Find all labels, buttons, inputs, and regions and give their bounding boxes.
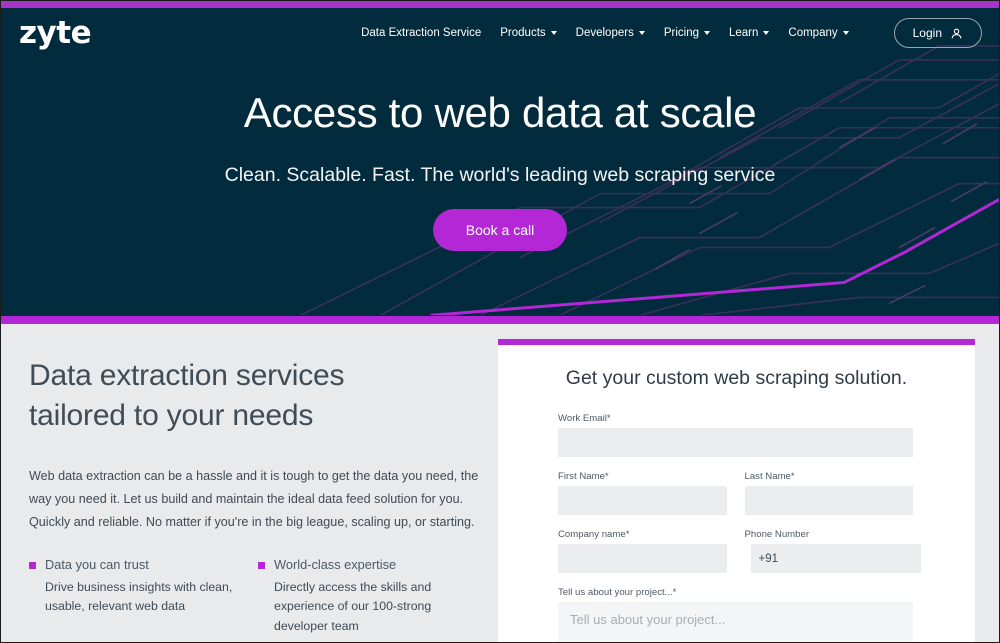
last-name-label: Last Name* [744,471,795,482]
field-phone-number: Phone Number Ind [744,529,921,573]
nav-label: Data Extraction Service [361,27,482,39]
chevron-down-icon [763,31,770,35]
book-a-call-button[interactable]: Book a call [432,209,568,252]
nav-item-developers[interactable]: Developers [576,27,645,39]
field-last-name: Last Name* [744,471,913,515]
feature-item-world-class-expertise: World-class expertise Directly access th… [258,557,463,638]
section-body-text: Web data extraction can be a hassle and … [29,468,479,529]
zyte-logo[interactable]: zyte [19,17,92,49]
phone-number-input[interactable] [750,544,921,573]
phone-input-group: Ind [745,544,921,573]
chevron-down-icon [703,31,710,35]
first-name-input[interactable] [558,486,727,515]
nav-item-data-extraction-service[interactable]: Data Extraction Service [361,27,481,39]
section-title: Data extraction services tailored to you… [29,356,484,436]
login-button[interactable]: Login [893,18,982,48]
project-details-textarea[interactable] [558,602,913,642]
chevron-down-icon [550,31,557,35]
top-navigation-bar: zyte Data Extraction Service Products De… [1,8,999,58]
field-company-name: Company name* [558,529,727,573]
hero-title: Access to web data at scale [243,89,757,136]
nav-label: Developers [575,27,634,39]
feature-description: Drive business insights with clean, usab… [45,579,233,614]
work-email-input[interactable] [558,428,913,457]
top-accent-bar [1,1,999,8]
nav-item-learn[interactable]: Learn [728,27,770,39]
form-accent-bar [498,339,975,345]
phone-number-label: Phone Number [744,529,810,540]
feature-list: Data you can trust Drive business insigh… [29,557,484,638]
square-bullet-icon [258,561,265,569]
login-label: Login [912,26,942,40]
feature-title: Data you can trust [45,556,149,572]
feature-description: Directly access the skills and experienc… [274,579,432,634]
project-details-label: Tell us about your project...* [558,587,677,598]
chevron-down-icon [638,31,645,35]
form-title: Get your custom web scraping solution. [565,367,908,389]
nav-item-products[interactable]: Products [500,27,557,39]
section-divider-bar [1,316,999,324]
field-first-name: First Name* [558,471,727,515]
nav-label: Products [500,27,546,39]
feature-item-data-you-can-trust: Data you can trust Drive business insigh… [29,557,234,638]
chevron-down-icon [842,31,849,35]
nav-label: Company [788,27,838,39]
page-root: Access to web data at scale Clean. Scala… [0,0,1000,643]
name-row: First Name* Last Name* [558,471,913,515]
square-bullet-icon [29,561,36,569]
hero-subtitle: Clean. Scalable. Fast. The world's leadi… [224,164,776,187]
section-title-line2: tailored to your needs [29,398,314,432]
first-name-label: First Name* [558,471,609,482]
feature-title: World-class expertise [274,556,397,572]
company-phone-row: Company name* Phone Number Ind [558,529,921,573]
field-project-details: Tell us about your project...* [558,587,913,642]
feature-heading: World-class expertise [258,557,463,572]
user-icon [951,28,962,38]
feature-heading: Data you can trust [29,557,234,572]
nav-label: Pricing [663,27,699,39]
last-name-input[interactable] [744,486,913,515]
work-email-label: Work Email* [558,413,611,424]
nav-item-pricing[interactable]: Pricing [664,27,710,39]
services-column: Data extraction services tailored to you… [29,356,484,637]
field-work-email: Work Email* [558,413,913,457]
nav-links: Data Extraction Service Products Develop… [361,18,999,48]
company-name-label: Company name* [558,529,630,540]
nav-item-company[interactable]: Company [788,27,849,39]
company-name-input[interactable] [558,544,727,573]
section-title-line1: Data extraction services [29,359,345,392]
form-fields: Work Email* First Name* Last Name* Compa… [498,413,975,642]
nav-label: Learn [728,27,759,39]
contact-form-card: Get your custom web scraping solution. W… [498,339,975,642]
